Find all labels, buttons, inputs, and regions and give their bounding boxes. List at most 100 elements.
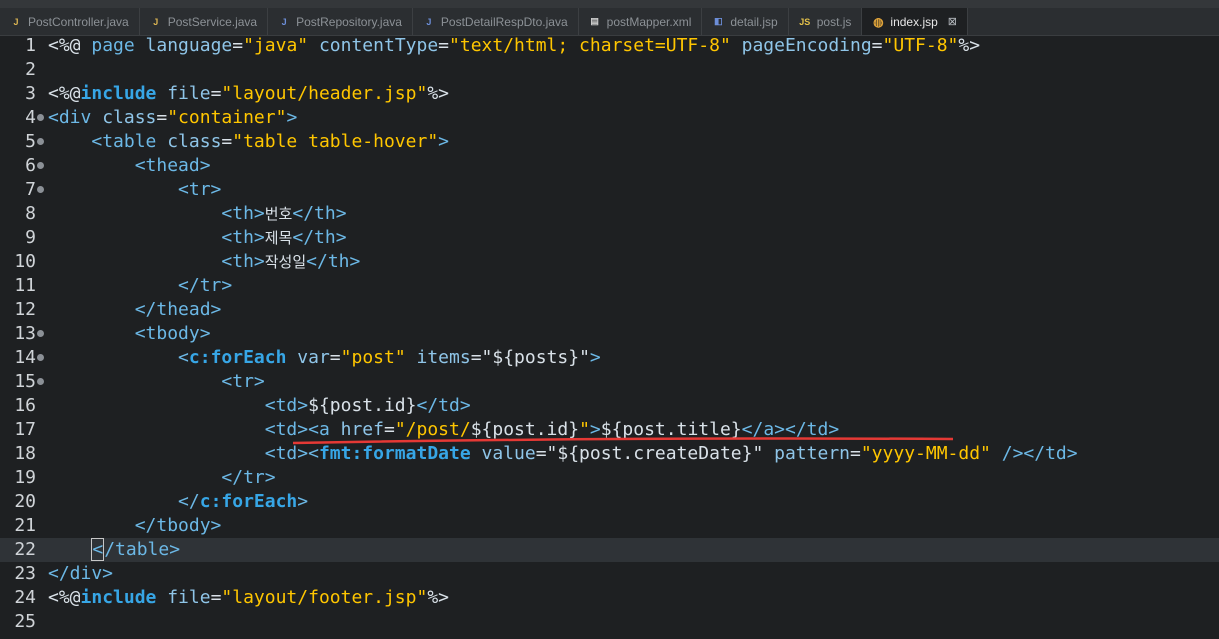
code-token: 번호 [264, 205, 293, 223]
code-token: "layout/header.jsp" [221, 83, 428, 104]
tab-label: index.jsp [890, 14, 938, 29]
java-file-icon: J [153, 16, 159, 27]
code-token: <%@ [48, 83, 81, 104]
fold-toggle-icon[interactable] [37, 330, 44, 337]
code-line[interactable]: 4 <div class="container"> [0, 106, 1219, 130]
code-token: > [286, 107, 298, 128]
code-token: pageEncoding [730, 35, 872, 56]
code-editor[interactable]: 1 <%@ page language="java" contentType="t… [0, 34, 1219, 639]
tab-detail-jsp[interactable]: ◧ detail.jsp [702, 8, 789, 35]
tab-postmapper-xml[interactable]: ▤ postMapper.xml [579, 8, 703, 35]
fold-toggle-icon[interactable] [37, 114, 44, 121]
line-number: 23 [14, 563, 36, 584]
code-text: </tr> [48, 274, 232, 298]
code-line[interactable]: 11 </tr> [0, 274, 1219, 298]
tab-label: postMapper.xml [606, 14, 692, 29]
code-line[interactable]: 21 </tbody> [0, 514, 1219, 538]
code-token: <%@ [48, 587, 81, 608]
line-number: 15 [14, 371, 36, 392]
code-line[interactable]: 3 <%@include file="layout/header.jsp"%> [0, 82, 1219, 106]
tab-post-js[interactable]: JS post.js [789, 8, 863, 35]
code-token: file [156, 587, 211, 608]
code-line[interactable]: 18 <td><fmt:formatDate value="${post.cre… [0, 442, 1219, 466]
code-token: "yyyy-MM-dd" [860, 443, 991, 464]
code-text: <tr> [48, 370, 264, 394]
code-token: = [850, 443, 861, 464]
line-number: 1 [25, 35, 36, 56]
code-token: </thead> [134, 299, 222, 320]
fold-toggle-icon[interactable] [37, 186, 44, 193]
code-token: %> [427, 587, 449, 608]
code-line[interactable]: 10 <th>작성일</th> [0, 250, 1219, 274]
code-token: <th> [221, 251, 265, 272]
code-token: contentType [308, 35, 439, 56]
code-line[interactable]: 2 [0, 58, 1219, 82]
close-icon[interactable]: ⊠ [948, 15, 957, 28]
code-line[interactable]: 22 </table> [0, 538, 1219, 562]
code-text: <th>작성일</th> [48, 250, 360, 274]
fold-toggle-icon[interactable] [37, 354, 44, 361]
code-token: c:forEach [199, 491, 298, 512]
code-line[interactable]: 12 </thead> [0, 298, 1219, 322]
tab-postdetailrespdto-java[interactable]: J PostDetailRespDto.java [413, 8, 579, 35]
code-token: c:forEach [188, 347, 287, 368]
line-number: 20 [14, 491, 36, 512]
code-token: </td> [1023, 443, 1078, 464]
code-line[interactable]: 8 <th>번호</th> [0, 202, 1219, 226]
fold-toggle-icon[interactable] [37, 162, 44, 169]
code-token: "${post.createDate}" [546, 443, 764, 464]
code-token: = [470, 347, 482, 368]
code-line[interactable]: 9 <th>제목</th> [0, 226, 1219, 250]
code-line[interactable]: 13 <tbody> [0, 322, 1219, 346]
code-text: </thead> [48, 298, 222, 322]
code-line[interactable]: 23 </div> [0, 562, 1219, 586]
code-line[interactable]: 6 <thead> [0, 154, 1219, 178]
code-token: </th> [292, 203, 347, 224]
code-token: "table table-hover" [232, 131, 439, 152]
code-line[interactable]: 7 <tr> [0, 178, 1219, 202]
code-text: <c:forEach var="post" items="${posts}"> [48, 346, 601, 370]
code-token: include [80, 83, 157, 104]
line-number: 7 [25, 179, 36, 200]
tab-postrepository-java[interactable]: J PostRepository.java [268, 8, 413, 35]
code-token: = [232, 35, 244, 56]
line-number: 11 [14, 275, 36, 296]
code-token: <th> [221, 227, 265, 248]
code-line[interactable]: 5 <table class="table table-hover"> [0, 130, 1219, 154]
line-number: 5 [25, 131, 36, 152]
code-token: <td> [264, 443, 309, 464]
code-text: <%@include file="layout/footer.jsp"%> [48, 586, 449, 610]
tab-index-jsp[interactable]: ◍ index.jsp ⊠ [862, 8, 969, 35]
code-line[interactable]: 20 </c:forEach> [0, 490, 1219, 514]
code-line[interactable]: 1 <%@ page language="java" contentType="t… [0, 34, 1219, 58]
code-token: "container" [167, 107, 287, 128]
code-line[interactable]: 24 <%@include file="layout/footer.jsp"%> [0, 586, 1219, 610]
code-token: </td> [416, 395, 471, 416]
code-line[interactable]: 25 [0, 610, 1219, 634]
code-line[interactable]: 15 <tr> [0, 370, 1219, 394]
code-token: class [167, 131, 222, 152]
jsp-file-icon: ◧ [714, 16, 723, 26]
code-line[interactable]: 14 <c:forEach var="post" items="${posts}… [0, 346, 1219, 370]
code-line[interactable]: 16 <td>${post.id}</td> [0, 394, 1219, 418]
tab-label: detail.jsp [730, 14, 778, 29]
line-number: 13 [14, 323, 36, 344]
code-line[interactable]: 19 </tr> [0, 466, 1219, 490]
fold-toggle-icon[interactable] [37, 378, 44, 385]
code-token: pattern [763, 443, 850, 464]
code-token: <tbody> [134, 323, 211, 344]
line-number: 21 [14, 515, 36, 536]
tab-postservice-java[interactable]: J PostService.java [140, 8, 269, 35]
line-number: 19 [14, 467, 36, 488]
code-token: </ [178, 491, 200, 512]
code-text: <tr> [48, 178, 221, 202]
fold-toggle-icon[interactable] [37, 138, 44, 145]
tab-postcontroller-java[interactable]: J PostController.java [0, 8, 140, 35]
